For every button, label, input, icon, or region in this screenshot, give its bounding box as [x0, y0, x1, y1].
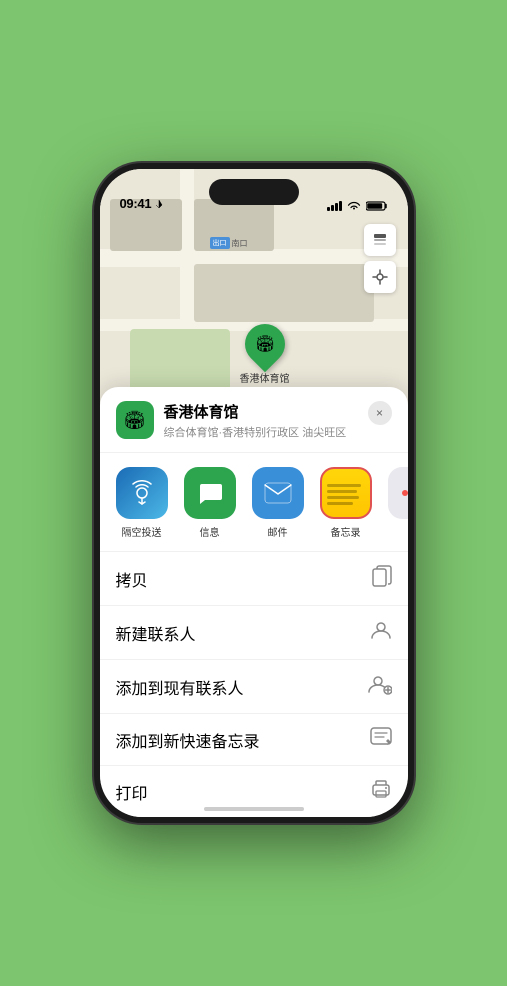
action-print-label: 打印 — [116, 780, 148, 804]
new-contact-icon — [370, 619, 392, 646]
action-new-contact[interactable]: 新建联系人 — [100, 606, 408, 660]
action-add-notes[interactable]: 添加到新快速备忘录 — [100, 714, 408, 766]
wifi-icon — [347, 201, 361, 211]
location-card: 🏟 香港体育馆 综合体育馆·香港特别行政区 油尖旺区 × — [100, 387, 408, 453]
action-new-contact-label: 新建联系人 — [116, 621, 196, 645]
share-item-more[interactable]: 提 — [384, 467, 408, 539]
bottom-sheet: 🏟 香港体育馆 综合体育馆·香港特别行政区 油尖旺区 × — [100, 387, 408, 817]
map-layers-button[interactable] — [364, 224, 396, 256]
share-item-mail[interactable]: 邮件 — [248, 467, 308, 539]
more-icon — [388, 467, 408, 519]
map-exit-label: 出口 — [210, 237, 230, 249]
airdrop-label: 隔空投送 — [122, 524, 162, 539]
battery-icon — [366, 201, 388, 211]
mail-icon — [252, 467, 304, 519]
phone-screen: 09:41 — [100, 169, 408, 817]
map-location-button[interactable] — [364, 261, 396, 293]
add-contact-icon — [368, 673, 392, 700]
home-indicator — [204, 807, 304, 811]
dynamic-island — [209, 179, 299, 205]
location-card-icon: 🏟 — [116, 401, 154, 439]
messages-label: 信息 — [200, 524, 220, 539]
close-button[interactable]: × — [368, 401, 392, 425]
phone-frame: 09:41 — [94, 163, 414, 823]
messages-icon — [184, 467, 236, 519]
print-icon — [370, 779, 392, 804]
action-copy-label: 拷贝 — [116, 567, 148, 591]
notes-icon — [320, 467, 372, 519]
location-subtitle: 综合体育馆·香港特别行政区 油尖旺区 — [164, 424, 368, 440]
stadium-marker: 🏟 香港体育馆 — [240, 324, 290, 385]
signal-bars — [327, 201, 342, 211]
copy-icon — [372, 565, 392, 592]
share-item-messages[interactable]: 信息 — [180, 467, 240, 539]
mail-label: 邮件 — [268, 524, 288, 539]
location-info: 香港体育馆 综合体育馆·香港特别行政区 油尖旺区 — [164, 401, 368, 440]
status-time: 09:41 — [120, 196, 152, 211]
map-label: 出口 南口 — [210, 237, 248, 249]
action-add-existing-label: 添加到现有联系人 — [116, 675, 244, 699]
location-name: 香港体育馆 — [164, 401, 368, 422]
notes-label: 备忘录 — [331, 524, 361, 539]
action-add-existing[interactable]: 添加到现有联系人 — [100, 660, 408, 714]
map-controls — [364, 224, 396, 293]
location-icon — [154, 199, 164, 209]
airdrop-icon — [116, 467, 168, 519]
share-item-notes[interactable]: 备忘录 — [316, 467, 376, 539]
status-icons — [327, 201, 388, 211]
action-list: 拷贝 新建联系人 — [100, 552, 408, 817]
share-row: 隔空投送 信息 — [100, 453, 408, 552]
action-add-notes-label: 添加到新快速备忘录 — [116, 728, 260, 752]
share-item-airdrop[interactable]: 隔空投送 — [112, 467, 172, 539]
action-copy[interactable]: 拷贝 — [100, 552, 408, 606]
quick-note-icon — [370, 727, 392, 752]
